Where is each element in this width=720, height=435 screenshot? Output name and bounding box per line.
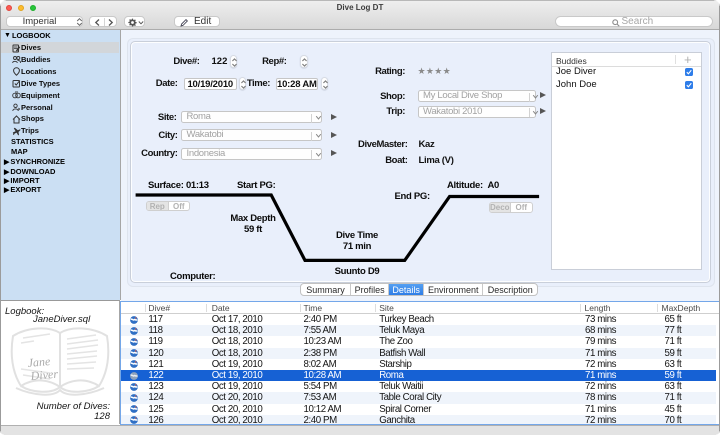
svg-text:Diver: Diver bbox=[29, 367, 59, 383]
